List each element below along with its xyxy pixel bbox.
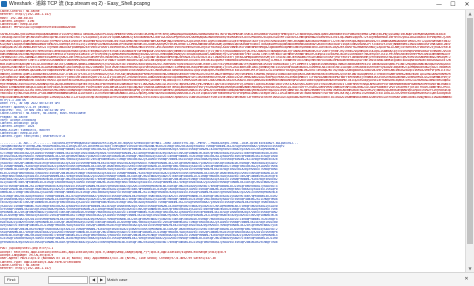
scroll-down-icon[interactable]: ▼	[466, 265, 474, 272]
stream-text-area[interactable]: Cache-Control: no-cache Referer: http://1…	[0, 10, 466, 272]
window-title: Wireshark · 追踪 TCP 流 (tcp.stream eq 2) ·…	[9, 1, 151, 7]
scroll-up-icon[interactable]: ▲	[466, 10, 474, 17]
match-case-label[interactable]: Match case	[107, 276, 127, 284]
close-icon[interactable]: ✕	[460, 0, 474, 9]
find-next-icon[interactable]: ▶	[97, 276, 106, 284]
find-bar: Find: ◀ ▶ Match case ✕	[0, 272, 474, 286]
scroll-thumb[interactable]	[467, 18, 473, 244]
find-label-button[interactable]: Find:	[4, 276, 19, 284]
app-icon	[1, 1, 7, 7]
window-controls: — ☐ ✕	[432, 0, 474, 9]
minimize-icon[interactable]: —	[432, 0, 446, 9]
title-bar: Wireshark · 追踪 TCP 流 (tcp.stream eq 2) ·…	[0, 0, 474, 10]
find-close-icon[interactable]: ✕	[462, 275, 471, 284]
stream-line: Referer: http://192.168.1.147/	[0, 267, 52, 271]
maximize-icon[interactable]: ☐	[446, 0, 460, 9]
find-input[interactable]	[48, 276, 88, 284]
stream-window: Wireshark · 追踪 TCP 流 (tcp.stream eq 2) ·…	[0, 0, 474, 286]
stream-line: RnpXU1NSWHBZaENmRXV0aGZDUzg0T2ZMZ0Q5ZXZW…	[0, 95, 453, 99]
vertical-scrollbar[interactable]: ▲ ▼	[465, 10, 474, 272]
